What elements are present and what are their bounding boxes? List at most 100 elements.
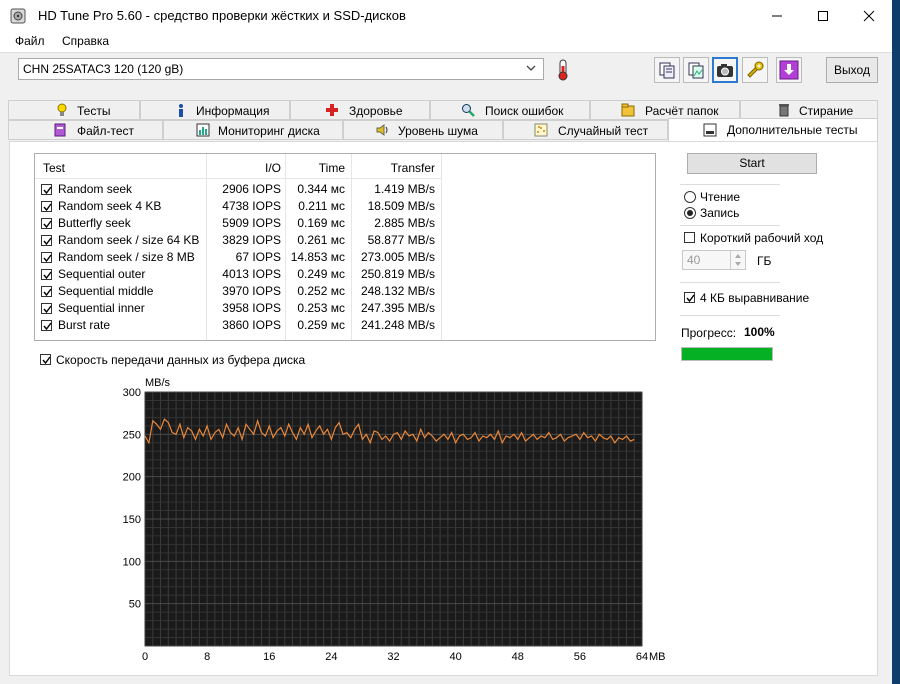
y-axis-label: MB/s — [145, 377, 171, 389]
x-tick-label: 8 — [204, 651, 210, 663]
cell-test: Random seek — [58, 182, 133, 196]
tab-health[interactable]: Здоровье — [290, 100, 430, 120]
checkmark-icon — [43, 186, 52, 195]
cell-time: 0.253 мс — [297, 301, 345, 315]
cell-test: Butterfly seek — [58, 216, 131, 230]
row-checkbox[interactable] — [41, 269, 52, 280]
info-icon — [179, 104, 183, 117]
y-tick-label: 250 — [123, 429, 141, 441]
drive-select[interactable]: CHN 25SATAC3 120 (120 gB) — [18, 58, 544, 80]
table-row: Sequential middle 3970 IOPS 0.252 мс 248.13… — [35, 283, 655, 300]
tab-error-scan[interactable]: Поиск ошибок — [430, 100, 590, 120]
cell-time: 0.261 мс — [297, 233, 345, 247]
write-radio[interactable] — [684, 207, 696, 219]
tab-disk-monitor-label: Мониторинг диска — [218, 124, 320, 138]
app-window: HD Tune Pro 5.60 - средство проверки жёс… — [0, 0, 893, 684]
copy-image-button[interactable] — [683, 57, 709, 83]
extra-tests-icon — [703, 123, 717, 137]
cell-io: 3970 IOPS — [222, 284, 281, 298]
trash-icon — [779, 104, 789, 117]
results-table: Test I/O Time Transfer Random seek 2906 I… — [34, 153, 656, 341]
menu-help[interactable]: Справка — [62, 34, 109, 48]
start-button[interactable]: Start — [687, 153, 817, 174]
minimize-button[interactable] — [754, 0, 800, 32]
tab-error-scan-label: Поиск ошибок — [485, 104, 564, 118]
tab-erase[interactable]: Стирание — [740, 100, 878, 120]
menu-bar: Файл Справка — [0, 32, 892, 53]
tab-info[interactable]: Информация — [140, 100, 290, 120]
desktop-background — [892, 0, 900, 684]
table-row: Random seek 2906 IOPS 0.344 мс 1.419 MB/s — [35, 181, 655, 198]
copy-text-button[interactable] — [654, 57, 680, 83]
cell-io: 5909 IOPS — [222, 216, 281, 230]
checkmark-icon — [43, 305, 52, 314]
copy-text-icon — [659, 62, 675, 79]
y-tick-label: 100 — [123, 556, 141, 568]
align-4kb-checkbox[interactable] — [684, 292, 695, 303]
read-radio-label: Чтение — [700, 190, 741, 204]
row-checkbox[interactable] — [41, 218, 52, 229]
row-checkbox[interactable] — [41, 303, 52, 314]
header-test: Test — [43, 161, 66, 175]
close-button[interactable] — [846, 0, 892, 32]
menu-file[interactable]: Файл — [15, 34, 45, 48]
cell-transfer: 241.248 MB/s — [360, 318, 435, 332]
buffer-rate-checkbox[interactable] — [40, 354, 51, 365]
progress-bar — [681, 347, 773, 361]
spinner-arrows[interactable] — [730, 251, 745, 269]
row-checkbox[interactable] — [41, 201, 52, 212]
exit-button[interactable]: Выход — [826, 57, 878, 83]
progress-fill — [682, 348, 772, 360]
x-tick-label: 32 — [387, 651, 399, 663]
tab-disk-monitor[interactable]: Мониторинг диска — [163, 120, 343, 140]
tab-file-benchmark-label: Файл-тест — [77, 124, 135, 138]
cell-test: Burst rate — [58, 318, 111, 332]
short-stroke-label: Короткий рабочий ход — [700, 231, 824, 245]
read-radio[interactable] — [684, 191, 696, 203]
tab-random-access[interactable]: Случайный тест — [503, 120, 668, 140]
checkmark-icon — [43, 203, 52, 212]
checkmark-icon — [686, 294, 695, 303]
tab-extra-tests-label: Дополнительные тесты — [727, 123, 858, 137]
tab-folder-usage[interactable]: Расчёт папок — [590, 100, 740, 120]
cell-io: 3958 IOPS — [222, 301, 281, 315]
cell-test: Random seek / size 64 KB — [58, 233, 200, 247]
table-row: Sequential inner 3958 IOPS 0.253 мс 247.395… — [35, 300, 655, 317]
row-checkbox[interactable] — [41, 286, 52, 297]
window-title: HD Tune Pro 5.60 - средство проверки жёс… — [38, 8, 406, 23]
temperature-button[interactable] — [550, 57, 576, 83]
chart-svg: 50 100 150 200 250 300 MB/s 0 8 16 24 32 40 48 56 64 MB — [123, 377, 666, 663]
cell-transfer: 2.885 MB/s — [374, 216, 435, 230]
x-tick-label: 16 — [263, 651, 275, 663]
checkmark-icon — [43, 288, 52, 297]
random-dots-icon — [534, 123, 548, 137]
thermometer-icon — [558, 59, 568, 81]
minimize-icon — [772, 15, 782, 17]
y-tick-label: 50 — [129, 599, 141, 611]
row-checkbox[interactable] — [41, 320, 52, 331]
maximize-button[interactable] — [800, 0, 846, 32]
tab-file-benchmark[interactable]: Файл-тест — [8, 120, 163, 140]
x-tick-label: 40 — [450, 651, 462, 663]
short-stroke-value: 40 — [687, 253, 701, 267]
tab-tests[interactable]: Тесты — [8, 100, 140, 120]
short-stroke-checkbox[interactable] — [684, 232, 695, 243]
cell-io: 2906 IOPS — [222, 182, 281, 196]
row-checkbox[interactable] — [41, 184, 52, 195]
row-checkbox[interactable] — [41, 235, 52, 246]
save-button[interactable] — [776, 57, 802, 83]
separator — [680, 282, 780, 283]
row-checkbox[interactable] — [41, 252, 52, 263]
tab-extra-tests[interactable]: Дополнительные тесты — [668, 118, 878, 142]
separator — [680, 225, 780, 226]
tab-info-label: Информация — [196, 104, 270, 118]
tab-aam[interactable]: Уровень шума — [343, 120, 503, 140]
tab-erase-label: Стирание — [799, 104, 854, 118]
options-button[interactable] — [742, 57, 768, 83]
screenshot-button[interactable] — [712, 57, 738, 83]
x-tick-label: 48 — [512, 651, 524, 663]
cell-time: 0.169 мс — [297, 216, 345, 230]
drive-select-value: CHN 25SATAC3 120 (120 gB) — [23, 62, 184, 76]
cell-test: Sequential outer — [58, 267, 146, 281]
short-stroke-spinner[interactable]: 40 — [682, 250, 746, 270]
